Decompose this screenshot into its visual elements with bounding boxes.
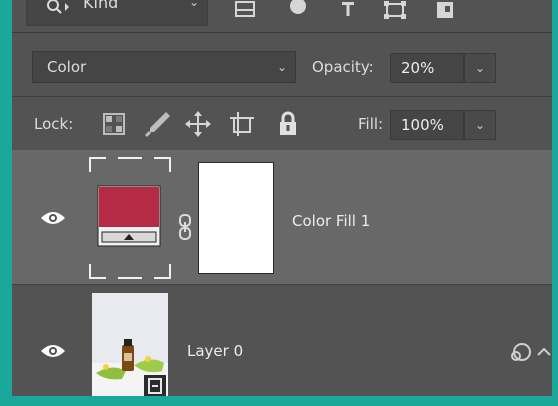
fill-dropdown-button[interactable]: ⌄ (464, 110, 496, 140)
search-icon (47, 0, 69, 14)
layer-row-color-fill-1[interactable]: Color Fill 1 (12, 150, 552, 285)
blend-mode-value: Color (47, 58, 87, 76)
type-filter-icon[interactable] (334, 0, 362, 24)
opacity-input[interactable]: 20% (390, 53, 464, 83)
layer-style-icon[interactable] (508, 341, 552, 363)
chevron-down-icon: ⌄ (276, 60, 287, 74)
lock-position-icon[interactable] (184, 110, 212, 138)
opacity-dropdown-button[interactable]: ⌄ (464, 53, 496, 83)
opacity-value: 20% (401, 59, 435, 77)
fill-label: Fill: (358, 115, 384, 133)
chevron-down-icon: ⌄ (474, 61, 486, 75)
blend-mode-select[interactable]: Color ⌄ (32, 51, 296, 83)
chevron-down-icon: ⌄ (474, 118, 486, 132)
chevron-down-icon: ⌄ (188, 0, 199, 9)
lock-all-icon[interactable] (274, 110, 302, 138)
blend-row: Color ⌄ Opacity: 20% ⌄ (12, 40, 552, 97)
layer-name[interactable]: Color Fill 1 (292, 212, 370, 230)
link-icon[interactable] (178, 214, 192, 240)
lock-artboard-icon[interactable] (228, 110, 256, 138)
lock-transparent-pixels-icon[interactable] (100, 110, 128, 138)
opacity-label: Opacity: (312, 58, 374, 76)
filter-kind-label: Kind (83, 0, 119, 12)
layer-name[interactable]: Layer 0 (187, 342, 243, 360)
layers-panel: Kind ⌄ Color ⌄ Opacity: 20% ⌄ Lock: Fill… (12, 0, 552, 396)
lock-image-pixels-icon[interactable] (144, 110, 172, 138)
shape-filter-icon[interactable] (382, 0, 410, 24)
eye-icon[interactable] (40, 210, 66, 226)
fill-value: 100% (401, 116, 444, 134)
eye-icon[interactable] (40, 343, 66, 359)
fill-input[interactable]: 100% (390, 110, 464, 140)
layer-row-layer-0[interactable]: Layer 0 (12, 285, 552, 396)
filter-kind-select[interactable]: Kind ⌄ (26, 0, 208, 26)
layer-filter-row: Kind ⌄ (12, 0, 552, 33)
image-filter-icon[interactable] (232, 0, 260, 24)
lock-label: Lock: (34, 115, 74, 133)
adjustment-filter-icon[interactable] (284, 0, 312, 24)
lock-row: Lock: Fill: 100% ⌄ (12, 100, 552, 150)
fill-layer-thumbnail[interactable] (88, 156, 172, 280)
layer-mask-thumbnail[interactable] (198, 162, 274, 274)
image-layer-thumbnail[interactable] (92, 293, 168, 396)
smart-object-filter-icon[interactable] (432, 0, 460, 24)
